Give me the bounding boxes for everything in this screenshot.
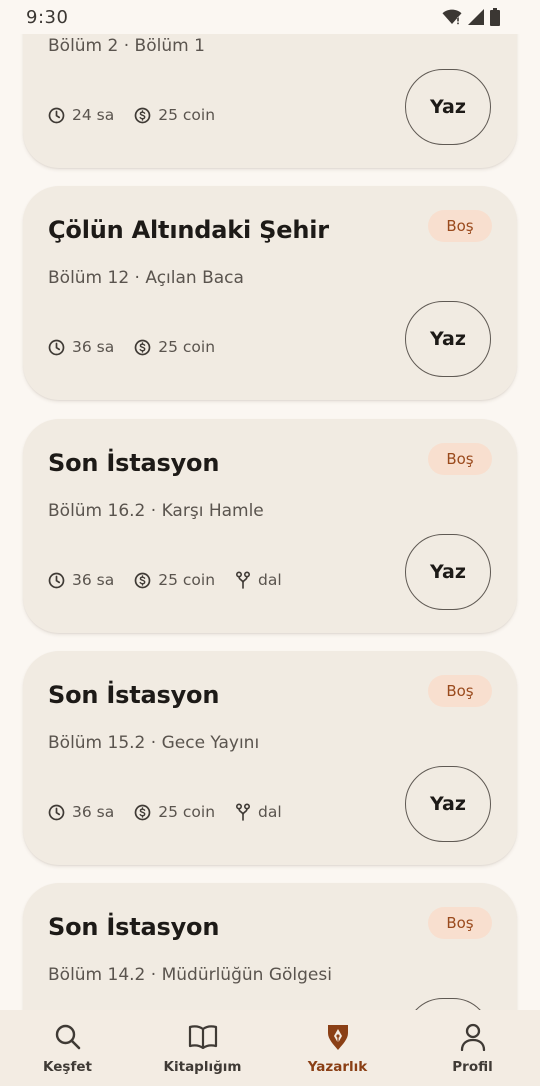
writing-queue-screen: 9:30 Bölüm 2 · Bölüm 1 24 sa 25 coin Yaz… xyxy=(0,0,540,1086)
time-meta: 36 sa xyxy=(48,338,114,356)
chapter-subtitle: Bölüm 14.2 · Müdürlüğün Gölgesi xyxy=(48,965,332,985)
write-button[interactable]: Yaz xyxy=(405,534,491,610)
coin-meta: 25 coin xyxy=(134,338,215,356)
coin-icon xyxy=(134,339,151,355)
time-meta: 24 sa xyxy=(48,106,114,124)
chapter-meta: 36 sa 25 coin dal xyxy=(48,571,282,589)
status-badge: Boş xyxy=(428,210,492,242)
chapter-subtitle: Bölüm 2 · Bölüm 1 xyxy=(48,36,205,56)
pen-nib-icon xyxy=(327,1025,348,1050)
clock-icon xyxy=(48,339,65,355)
person-icon xyxy=(460,1023,485,1051)
write-button[interactable]: Yaz xyxy=(405,69,491,145)
nav-item-profil[interactable]: Profil xyxy=(405,1010,540,1086)
nav-item-yazarlik[interactable]: Yazarlık xyxy=(270,1010,405,1086)
coin-icon xyxy=(134,572,151,588)
story-title: Çölün Altındaki Şehir xyxy=(48,216,329,244)
coin-icon xyxy=(134,107,151,123)
chapter-card[interactable]: Çölün Altındaki Şehir Boş Bölüm 12 · Açı… xyxy=(23,186,517,400)
chapter-subtitle: Bölüm 12 · Açılan Baca xyxy=(48,268,244,288)
search-icon xyxy=(55,1024,80,1050)
branch-text: dal xyxy=(258,803,282,821)
signal-icon xyxy=(468,9,484,25)
nav-item-kesfet[interactable]: Keşfet xyxy=(0,1010,135,1086)
chapter-card[interactable]: Son İstasyon Boş Bölüm 15.2 · Gece Yayın… xyxy=(23,651,517,865)
clock-icon xyxy=(48,572,65,588)
bottom-navigation: Keşfet Kitaplığım Yazarlık Profil xyxy=(0,1010,540,1086)
branch-icon xyxy=(236,803,251,821)
nav-label: Kitaplığım xyxy=(163,1059,242,1075)
clock-icon xyxy=(48,107,65,123)
status-icons xyxy=(442,8,500,26)
coin-meta: 25 coin xyxy=(134,106,215,124)
coin-text: 25 coin xyxy=(158,338,216,356)
nav-label: Profil xyxy=(452,1059,493,1075)
wifi-icon xyxy=(442,9,462,25)
story-title: Son İstasyon xyxy=(48,681,220,709)
write-button[interactable] xyxy=(405,998,491,1010)
time-text: 24 sa xyxy=(72,106,115,124)
time-text: 36 sa xyxy=(72,571,115,589)
clock-icon xyxy=(48,804,65,820)
chapter-meta: 36 sa 25 coin xyxy=(48,338,215,356)
coin-text: 25 coin xyxy=(158,571,216,589)
chapter-list[interactable]: Bölüm 2 · Bölüm 1 24 sa 25 coin Yaz Çölü… xyxy=(0,0,540,1010)
status-bar: 9:30 xyxy=(0,0,540,34)
coin-icon xyxy=(134,804,151,820)
nav-label: Keşfet xyxy=(43,1059,92,1075)
branch-icon xyxy=(236,571,251,589)
write-button[interactable]: Yaz xyxy=(405,766,491,842)
time-meta: 36 sa xyxy=(48,571,114,589)
story-title: Son İstasyon xyxy=(48,449,220,477)
coin-text: 25 coin xyxy=(158,106,216,124)
status-badge: Boş xyxy=(428,675,492,707)
time-text: 36 sa xyxy=(72,338,115,356)
chapter-meta: 36 sa 25 coin dal xyxy=(48,803,282,821)
coin-meta: 25 coin xyxy=(134,803,215,821)
battery-icon xyxy=(490,8,500,26)
coin-text: 25 coin xyxy=(158,803,216,821)
story-title: Son İstasyon xyxy=(48,913,220,941)
chapter-subtitle: Bölüm 16.2 · Karşı Hamle xyxy=(48,501,264,521)
coin-meta: 25 coin xyxy=(134,571,215,589)
nav-item-kitapligim[interactable]: Kitaplığım xyxy=(135,1010,270,1086)
time-meta: 36 sa xyxy=(48,803,114,821)
chapter-meta: 24 sa 25 coin xyxy=(48,106,215,124)
status-badge: Boş xyxy=(428,907,492,939)
nav-label: Yazarlık xyxy=(307,1059,368,1075)
chapter-card[interactable]: Son İstasyon Boş Bölüm 16.2 · Karşı Haml… xyxy=(23,419,517,633)
write-button[interactable]: Yaz xyxy=(405,301,491,377)
time-text: 36 sa xyxy=(72,803,115,821)
branch-meta: dal xyxy=(235,571,282,589)
chapter-subtitle: Bölüm 15.2 · Gece Yayını xyxy=(48,733,260,753)
status-time: 9:30 xyxy=(26,6,69,28)
status-badge: Boş xyxy=(428,443,492,475)
branch-text: dal xyxy=(258,571,282,589)
branch-meta: dal xyxy=(235,803,282,821)
chapter-card[interactable]: Son İstasyon Boş Bölüm 14.2 · Müdürlüğün… xyxy=(23,883,517,1010)
book-icon xyxy=(188,1025,217,1050)
